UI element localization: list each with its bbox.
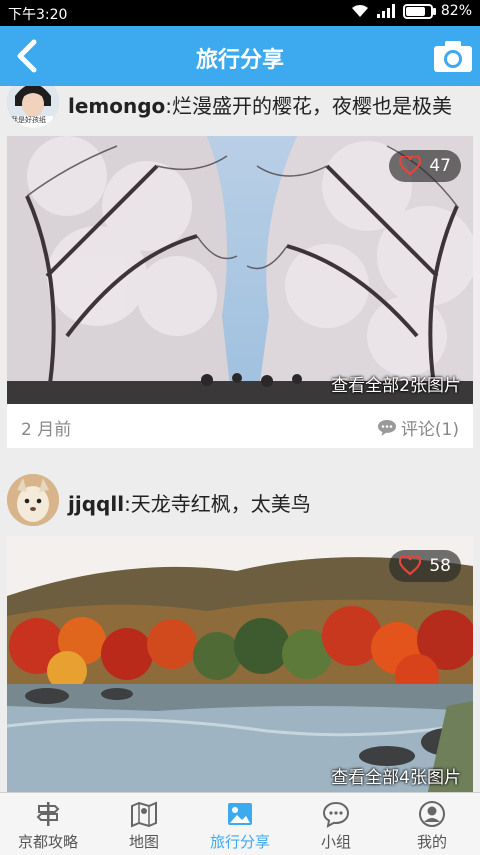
bottom-tab-bar: 京都攻略 地图 旅行分享 小组 我的 [0,792,480,855]
avatar-caption: 我是好孩纸 [11,116,46,124]
tab-label: 小组 [320,833,351,851]
tab-map[interactable]: 地图 [96,793,192,855]
comment-bubble-icon [377,419,396,436]
status-bar: 下午3:20 82% [0,0,480,26]
post-photo[interactable]: 58 查看全部4张图片 [7,536,473,792]
like-button[interactable]: 58 [389,550,461,582]
heart-icon [399,556,422,576]
wifi-icon [351,4,368,17]
share-feed[interactable]: 我是好孩纸 lemongo:烂漫盛开的樱花，夜樱也是极美 47 查看全部2张图片… [0,86,480,792]
tab-kyoto-guide[interactable]: 京都攻略 [0,793,96,855]
person-icon [419,801,445,827]
post-footer: 2 月前 评论(1) [7,404,473,448]
photo-icon [228,803,252,825]
status-time: 下午3:20 [8,7,68,23]
comment-count: 评论(1) [400,420,459,440]
battery-icon [402,3,436,19]
camera-icon[interactable] [432,38,474,74]
like-count: 47 [429,156,451,176]
post-time-ago: 2 月前 [21,420,72,440]
tab-label: 地图 [128,833,159,851]
tab-label: 旅行分享 [209,833,270,851]
view-all-photos-link[interactable]: 查看全部4张图片 [331,763,461,788]
signpost-icon [36,802,60,826]
heart-icon [399,156,422,176]
like-button[interactable]: 47 [389,150,461,182]
comments-button[interactable]: 评论(1) [377,415,459,440]
tab-travel-share[interactable]: 旅行分享 [192,793,288,855]
battery-percent: 82% [440,3,472,19]
post-username[interactable]: lemongo [68,94,165,118]
post-title: lemongo:烂漫盛开的樱花，夜樱也是极美 [68,90,452,119]
app-header: 旅行分享 [0,26,480,86]
post-caption: :天龙寺红枫，太美鸟 [124,492,311,516]
post-photo[interactable]: 47 查看全部2张图片 [7,136,473,404]
view-all-photos-link[interactable]: 查看全部2张图片 [331,371,461,396]
tab-label: 京都攻略 [17,833,78,851]
map-icon [131,801,157,828]
signal-icon [376,4,395,18]
avatar[interactable]: 我是好孩纸 [7,86,59,128]
post-caption: :烂漫盛开的樱花，夜樱也是极美 [165,94,453,118]
tab-mine[interactable]: 我的 [384,793,480,855]
avatar[interactable] [7,474,59,526]
chat-bubble-icon [322,801,350,828]
share-post[interactable]: 我是好孩纸 lemongo:烂漫盛开的樱花，夜樱也是极美 47 查看全部2张图片… [0,86,480,448]
like-count: 58 [429,556,451,576]
post-title: jjqqll:天龙寺红枫，太美鸟 [68,488,311,517]
tab-label: 我的 [416,833,447,851]
post-username[interactable]: jjqqll [68,492,124,516]
page-title: 旅行分享 [195,48,284,73]
tab-groups[interactable]: 小组 [288,793,384,855]
share-post[interactable]: jjqqll:天龙寺红枫，太美鸟 58 查看全部4张图片 [0,470,480,792]
